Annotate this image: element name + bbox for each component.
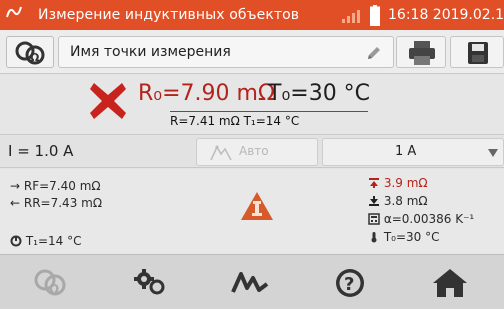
auto-button[interactable]: Авто xyxy=(196,138,318,166)
limit-low: 3.8 mΩ xyxy=(368,193,428,208)
rr-value: ← RR=7.43 mΩ xyxy=(10,196,102,210)
t0-value: T₀=30 °C xyxy=(268,81,371,106)
settings-button[interactable] xyxy=(100,255,200,309)
details-panel: → RF=7.40 mΩ ← RR=7.43 mΩ T₁=14 °C 3.9 m… xyxy=(0,169,504,254)
measurement-screen: Ω Имя точки измерения R₀=7.90 mΩ T₀=30 °… xyxy=(0,30,504,254)
meter-icon: Ω xyxy=(34,269,66,296)
svg-text:Ω: Ω xyxy=(49,282,59,296)
thermometer-icon xyxy=(371,232,377,243)
range-row: I = 1.0 A Авто 1 A xyxy=(0,136,504,168)
point-name-placeholder: Имя точки измерения xyxy=(70,44,231,60)
r0-value: R₀=7.90 mΩ xyxy=(138,81,275,106)
measured-r-t1: R=7.41 mΩ T₁=14 °C xyxy=(170,111,368,128)
point-name-field[interactable]: Имя точки измерения xyxy=(58,36,394,68)
waveform-button[interactable] xyxy=(200,255,300,309)
status-bar: Измерение индуктивных объектов 16:18 201… xyxy=(0,0,504,30)
printer-icon xyxy=(409,41,435,65)
calculator-icon xyxy=(368,213,380,225)
current-value: I = 1.0 A xyxy=(8,142,74,160)
auto-label: Авто xyxy=(239,144,269,158)
meter-tab-button[interactable]: Ω xyxy=(0,255,100,309)
t0-detail: T₀=30 °C xyxy=(368,229,440,244)
svg-text:Ω: Ω xyxy=(30,51,40,64)
clock: 16:18 2019.02.10 xyxy=(388,7,504,23)
bottom-toolbar: Ω ? xyxy=(0,254,504,309)
upper-limit-icon xyxy=(369,178,379,188)
svg-text:?: ? xyxy=(344,274,354,295)
meter-button[interactable]: Ω xyxy=(6,36,54,68)
meter-icon: Ω xyxy=(15,41,45,65)
settings-icon xyxy=(134,269,165,295)
rf-value: → RF=7.40 mΩ xyxy=(10,179,101,193)
app-title: Измерение индуктивных объектов xyxy=(38,7,300,23)
range-select[interactable]: 1 A xyxy=(322,138,504,166)
t1-value: T₁=14 °C xyxy=(10,233,82,248)
warning-triangle-icon xyxy=(241,192,273,220)
save-button[interactable] xyxy=(450,36,504,68)
auto-icon xyxy=(210,145,232,161)
pencil-icon[interactable] xyxy=(365,44,383,62)
waveform-icon xyxy=(231,272,269,293)
battery-icon xyxy=(370,5,380,26)
alpha-coefficient: α=0.00386 K⁻¹ xyxy=(368,211,474,226)
save-icon xyxy=(468,42,488,64)
help-icon: ? xyxy=(336,269,364,297)
home-icon xyxy=(433,269,467,297)
fail-x-icon xyxy=(90,83,126,119)
thermometer-probe-icon xyxy=(10,235,22,247)
header-row: Ω Имя точки измерения xyxy=(0,30,504,74)
signal-icon xyxy=(342,10,360,23)
lower-limit-icon xyxy=(369,196,379,206)
dropdown-arrow-icon xyxy=(488,149,498,157)
home-button[interactable] xyxy=(400,255,500,309)
help-button[interactable]: ? xyxy=(300,255,400,309)
limit-high: 3.9 mΩ xyxy=(368,175,428,190)
range-value: 1 A xyxy=(395,144,417,159)
print-button[interactable] xyxy=(396,36,446,68)
result-panel: R₀=7.90 mΩ T₀=30 °C R=7.41 mΩ T₁=14 °C xyxy=(0,75,504,135)
logo-icon xyxy=(6,6,22,18)
